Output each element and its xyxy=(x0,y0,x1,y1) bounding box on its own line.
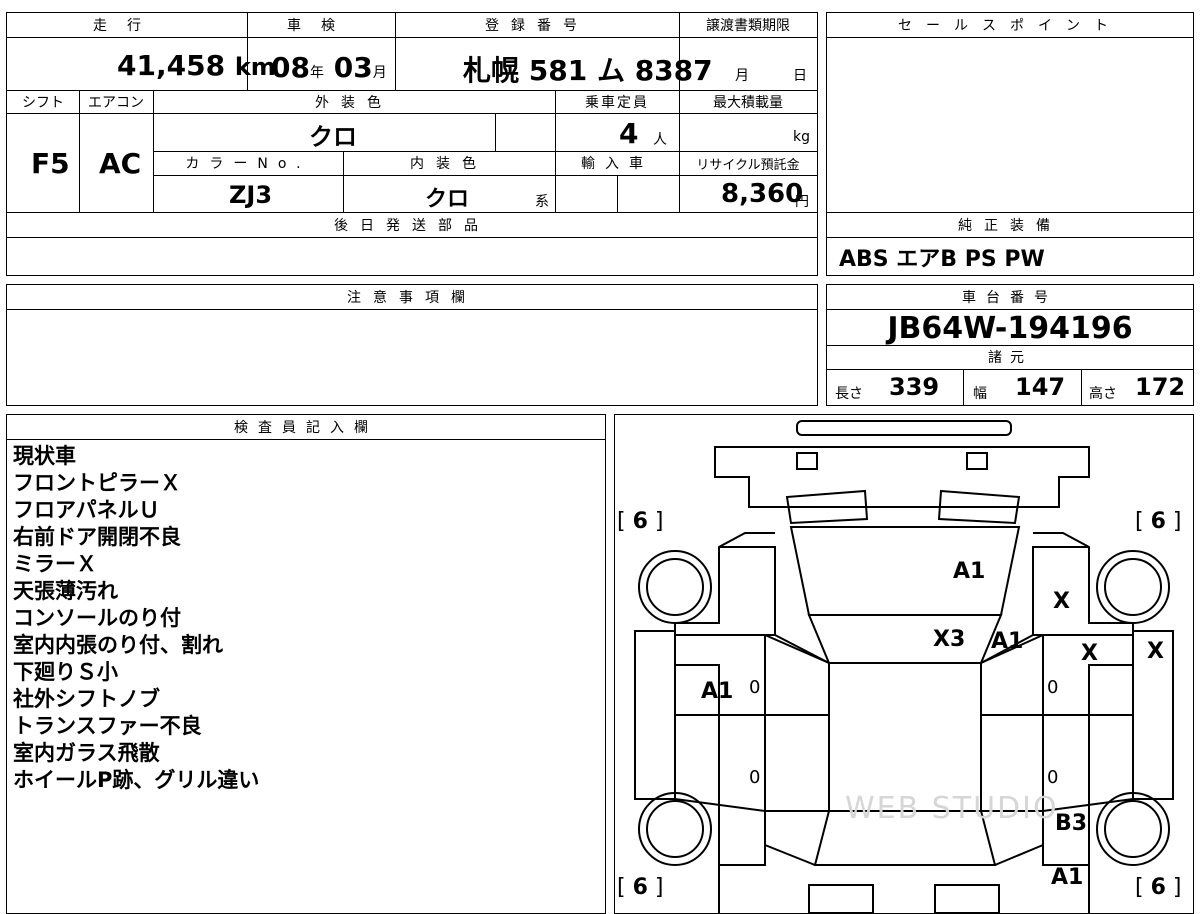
inspector-line: コンソールのり付 xyxy=(13,606,181,630)
capacity-value: 4 xyxy=(619,117,639,150)
mark-zero-rf: 0 xyxy=(1047,677,1059,698)
tire-rr-wrap: [ 6 ] xyxy=(1135,875,1182,900)
inspection-value: 08年 03月 xyxy=(271,51,387,84)
interior-color-value: クロ xyxy=(425,187,470,212)
inspector-line: フロントピラーＸ xyxy=(13,471,181,495)
registration-value: 札幌 581 ム 8387 xyxy=(463,54,713,87)
inspector-line: トランスファー不良 xyxy=(13,714,202,738)
notes-label: 注意事項欄 xyxy=(347,290,477,306)
later-parts-label: 後日発送部品 xyxy=(334,217,490,234)
mark-fender-right: X xyxy=(1053,589,1070,614)
chassis-box: 車台番号 JB64W-194196 諸元 長さ 339 幅 147 高さ 172 xyxy=(826,284,1194,406)
tire-rl-value: 6 xyxy=(632,875,648,900)
mark-pillar-right: A1 xyxy=(991,629,1024,654)
interior-color-suffix: 系 xyxy=(535,194,549,210)
capacity-label: 乗車定員 xyxy=(585,94,649,111)
inspection-year-unit: 年 xyxy=(309,65,324,81)
inspector-line: 右前ドア開閉不良 xyxy=(13,525,181,549)
inspector-line: ミラーＸ xyxy=(13,552,97,576)
damage-diagram-box: [ 6 ] [ 6 ] [ 6 ] [ 6 ] A1 X X3 A1 X X A… xyxy=(614,414,1194,914)
inspector-line: フロアパネルＵ xyxy=(13,498,160,522)
inspector-line: 天張薄汚れ xyxy=(13,579,118,603)
height-value: 172 xyxy=(1135,373,1186,401)
interior-color-label: 内装色 xyxy=(410,156,488,172)
watermark: WEB STUDIO xyxy=(845,791,1059,826)
mark-door-right-front: X xyxy=(1081,641,1098,666)
import-label: 輸入車 xyxy=(581,156,653,172)
exterior-color-label: 外装色 xyxy=(315,94,393,111)
width-value: 147 xyxy=(1015,373,1066,401)
transfer-day-unit: 日 xyxy=(793,68,807,84)
height-label: 高さ xyxy=(1089,386,1117,402)
chassis-label: 車台番号 xyxy=(962,290,1058,306)
tire-rr-value: 6 xyxy=(1150,875,1166,900)
transfer-deadline-label: 譲渡書類期限 xyxy=(706,18,790,34)
mileage-label: 走行 xyxy=(93,18,161,34)
equipment-label: 純正装備 xyxy=(958,217,1062,234)
recycle-unit: 円 xyxy=(795,194,809,210)
inspector-box: 検査員記入欄 現状車 フロントピラーＸ フロアパネルＵ 右前ドア開閉不良 ミラー… xyxy=(6,414,606,914)
car-body-diagram xyxy=(634,420,1174,913)
vehicle-info-grid: 走行 車検 登録番号 譲渡書類期限 41,458 km 08年 03月 札幌 5… xyxy=(6,12,818,276)
tire-fr-wrap: [ 6 ] xyxy=(1135,509,1182,534)
inspection-month-unit: 月 xyxy=(372,65,387,81)
mileage-value: 41,458 xyxy=(117,49,226,82)
mark-pillar-left: X3 xyxy=(933,627,966,652)
inspector-line: 室内内張のり付、割れ xyxy=(13,633,223,657)
ac-label: エアコン xyxy=(88,94,144,111)
inspector-lines: 現状車 フロントピラーＸ フロアパネルＵ 右前ドア開閉不良 ミラーＸ 天張薄汚れ… xyxy=(13,443,259,794)
inspector-line: 下廻りＳ小 xyxy=(13,660,118,684)
ac-value: AC xyxy=(99,147,142,180)
inspection-month: 03 xyxy=(333,51,373,84)
max-load-label: 最大積載量 xyxy=(713,94,783,111)
recycle-label: リサイクル預託金 xyxy=(696,157,800,173)
exterior-color-value: クロ xyxy=(309,123,357,151)
mileage-value-wrap: 41,458 km xyxy=(117,49,276,82)
mark-rear-right: A1 xyxy=(1051,865,1084,890)
tire-fr-value: 6 xyxy=(1150,509,1166,534)
shift-value: F5 xyxy=(31,147,70,180)
transfer-month-unit: 月 xyxy=(735,68,749,84)
inspection-label: 車検 xyxy=(287,18,355,34)
mileage-unit: km xyxy=(234,53,276,81)
mark-zero-rr: 0 xyxy=(1047,767,1059,788)
color-no-label: カラーNo. xyxy=(185,156,311,172)
sales-point-label: セールスポイント xyxy=(898,18,1122,34)
inspector-line: ホイールP跡、グリル違い xyxy=(13,768,260,792)
specs-label: 諸元 xyxy=(988,350,1032,366)
color-no-value: ZJ3 xyxy=(229,181,273,209)
inspector-line: 室内ガラス飛散 xyxy=(13,741,160,765)
tire-fl-wrap: [ 6 ] xyxy=(617,509,664,534)
sales-point-box: セールスポイント 純正装備 ABS エアB PS PW xyxy=(826,12,1194,276)
mark-zero-lf: 0 xyxy=(749,677,761,698)
length-label: 長さ xyxy=(835,386,863,402)
max-load-unit: kg xyxy=(793,129,810,145)
mark-hood: A1 xyxy=(953,559,986,584)
inspector-line: 現状車 xyxy=(13,444,76,468)
tire-rl-wrap: [ 6 ] xyxy=(617,875,664,900)
mark-door-left-front: A1 xyxy=(701,679,734,704)
capacity-unit: 人 xyxy=(653,132,667,148)
chassis-value: JB64W-194196 xyxy=(887,311,1133,346)
recycle-value: 8,360 xyxy=(721,179,804,209)
length-value: 339 xyxy=(889,373,940,401)
equipment-value: ABS エアB PS PW xyxy=(839,247,1045,272)
mark-mirror-right: X xyxy=(1147,639,1164,664)
inspection-year: 08 xyxy=(271,51,310,84)
mark-zero-lr: 0 xyxy=(749,767,761,788)
shift-label: シフト xyxy=(22,94,64,111)
tire-fl-value: 6 xyxy=(632,509,648,534)
mark-rear-fender-right: B3 xyxy=(1055,811,1088,836)
notes-box: 注意事項欄 xyxy=(6,284,818,406)
width-label: 幅 xyxy=(973,386,987,402)
inspector-line: 社外シフトノブ xyxy=(13,687,160,711)
registration-label: 登録番号 xyxy=(485,18,589,34)
inspector-label: 検査員記入欄 xyxy=(234,420,378,436)
